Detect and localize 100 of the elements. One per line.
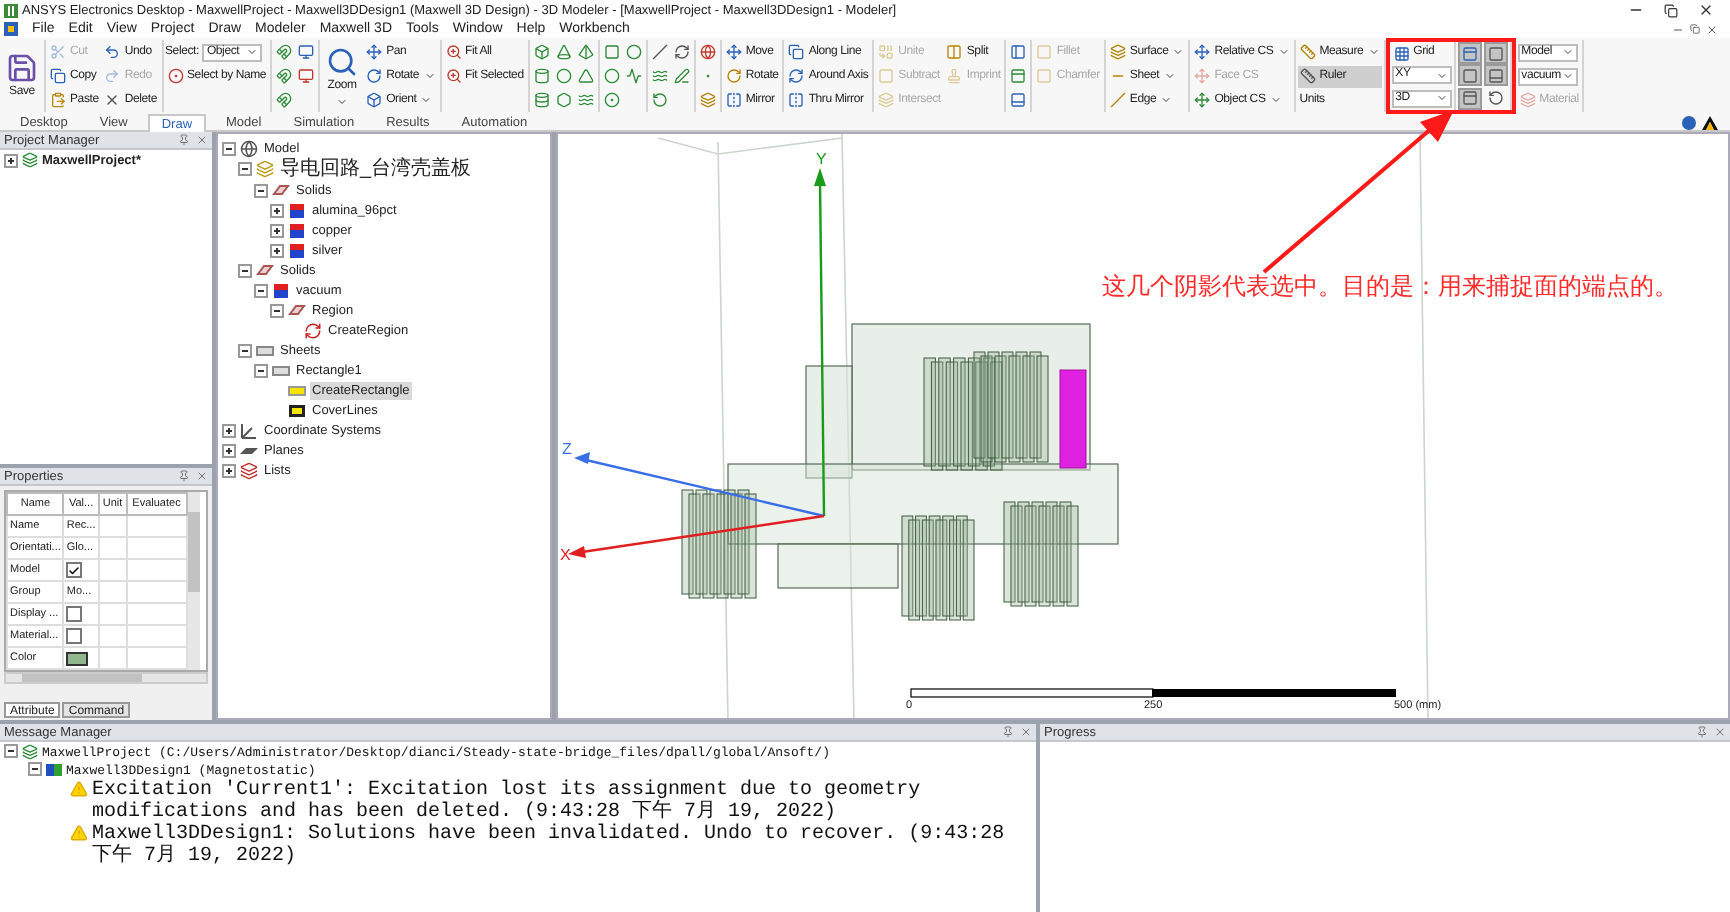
waves-icon <box>577 92 594 108</box>
caret-icon <box>1269 94 1282 106</box>
pin-icon[interactable] <box>178 470 190 482</box>
tool-button[interactable] <box>274 65 295 87</box>
magnet-icon <box>276 92 293 108</box>
tool-button[interactable] <box>575 41 596 63</box>
circle-icon <box>603 68 620 84</box>
tool-button[interactable] <box>553 41 574 63</box>
caret-icon <box>1277 46 1290 58</box>
tool-button[interactable] <box>623 65 644 87</box>
tool-button[interactable] <box>274 89 295 111</box>
expand-icon[interactable] <box>270 243 284 257</box>
tool-button[interactable] <box>296 41 317 63</box>
tool-button[interactable] <box>697 41 718 63</box>
tool-button[interactable] <box>1008 89 1029 111</box>
collapse-icon[interactable] <box>238 343 252 357</box>
checkbox[interactable] <box>66 628 83 644</box>
collapse-icon[interactable] <box>238 263 252 277</box>
tool-button[interactable] <box>649 65 670 87</box>
tree-item[interactable]: 导电回路_台湾壳盖板 <box>278 158 474 180</box>
checkbox[interactable] <box>66 562 83 578</box>
cover-icon <box>288 401 306 419</box>
collapse-icon[interactable] <box>238 162 252 176</box>
tool-button[interactable] <box>531 41 552 63</box>
axis-label: Z <box>562 440 572 458</box>
collapse-icon[interactable] <box>254 183 268 197</box>
tool-button[interactable] <box>623 41 644 63</box>
menu-icon[interactable] <box>4 22 18 36</box>
cone-icon <box>555 44 572 60</box>
snap-toggle[interactable] <box>1457 87 1482 110</box>
axis-label: X <box>560 546 571 564</box>
pin-icon[interactable] <box>1696 726 1708 738</box>
design-icon <box>46 762 62 778</box>
rotate-icon <box>788 68 805 84</box>
expand-icon[interactable] <box>270 203 284 217</box>
grid-icon <box>1393 45 1410 62</box>
ruler-icon <box>1299 68 1316 84</box>
close-icon[interactable] <box>1706 23 1718 35</box>
tool-button[interactable] <box>553 65 574 87</box>
panel-icon <box>1010 68 1027 84</box>
mirror-icon <box>725 92 742 108</box>
globe-icon <box>699 44 716 60</box>
expand-icon[interactable] <box>222 443 236 457</box>
project-icon <box>22 744 38 760</box>
caret-icon <box>336 95 349 107</box>
panel-icon <box>1010 92 1027 108</box>
tool-button[interactable] <box>531 89 552 111</box>
tool-button[interactable] <box>649 89 670 111</box>
pin-icon[interactable] <box>178 134 190 146</box>
zoom-icon <box>445 68 462 84</box>
tool-button[interactable] <box>671 65 692 87</box>
help-icon[interactable] <box>1682 115 1696 129</box>
expand-icon[interactable] <box>270 223 284 237</box>
tool-button[interactable] <box>274 41 295 63</box>
tool-button[interactable] <box>1008 41 1029 63</box>
magnet-icon <box>276 68 293 84</box>
spline-icon <box>651 68 668 84</box>
expand-icon[interactable] <box>222 423 236 437</box>
warning-icon <box>70 824 88 842</box>
collapse-icon[interactable] <box>254 363 268 377</box>
scrollbar[interactable] <box>4 672 208 684</box>
model-drawing[interactable] <box>681 323 1119 621</box>
collapse-icon[interactable] <box>270 303 284 317</box>
tool-button[interactable] <box>649 41 670 63</box>
collapse-icon[interactable] <box>222 141 236 155</box>
tool-button[interactable] <box>575 65 596 87</box>
axis-label: Y <box>816 150 827 168</box>
zoom-icon <box>445 44 462 60</box>
tool-button[interactable] <box>575 89 596 111</box>
hexagon-icon <box>555 92 572 108</box>
ellipse-icon <box>625 44 642 60</box>
collapse-icon[interactable] <box>254 283 268 297</box>
target-icon <box>167 68 183 84</box>
snap-toggle[interactable] <box>1483 87 1508 110</box>
snap-toggle[interactable] <box>1457 64 1482 87</box>
snap-toggle[interactable] <box>1483 42 1508 65</box>
tool-button[interactable] <box>697 89 718 111</box>
expand-icon[interactable] <box>222 463 236 477</box>
snap-toggle[interactable] <box>1457 42 1482 65</box>
checkbox[interactable] <box>66 606 83 622</box>
tool-button[interactable] <box>601 65 622 87</box>
cube-icon <box>533 44 550 60</box>
restore-icon[interactable] <box>1664 3 1678 17</box>
close-icon[interactable] <box>1698 2 1714 18</box>
expand-icon[interactable] <box>4 153 18 167</box>
tool-button[interactable] <box>553 89 574 111</box>
tool-button[interactable] <box>531 65 552 87</box>
pin-icon[interactable] <box>1002 726 1014 738</box>
tool-button[interactable] <box>671 41 692 63</box>
tool-button[interactable] <box>296 65 317 87</box>
tool-button[interactable] <box>1008 65 1029 87</box>
tool-button[interactable] <box>601 89 622 111</box>
collapse-icon[interactable] <box>4 744 18 758</box>
color-swatch[interactable] <box>66 651 89 665</box>
solid-icon <box>272 181 290 199</box>
collapse-icon[interactable] <box>28 762 42 776</box>
message-text: Excitation 'Current1': Excitation lost its assignment due to geometry modifications and has been deleted. (9:43:28 下午 7月 19, 2022) <box>92 780 921 824</box>
logo-icon <box>1702 115 1718 129</box>
snap-toggle[interactable] <box>1483 64 1508 87</box>
copy-icon <box>50 68 66 84</box>
